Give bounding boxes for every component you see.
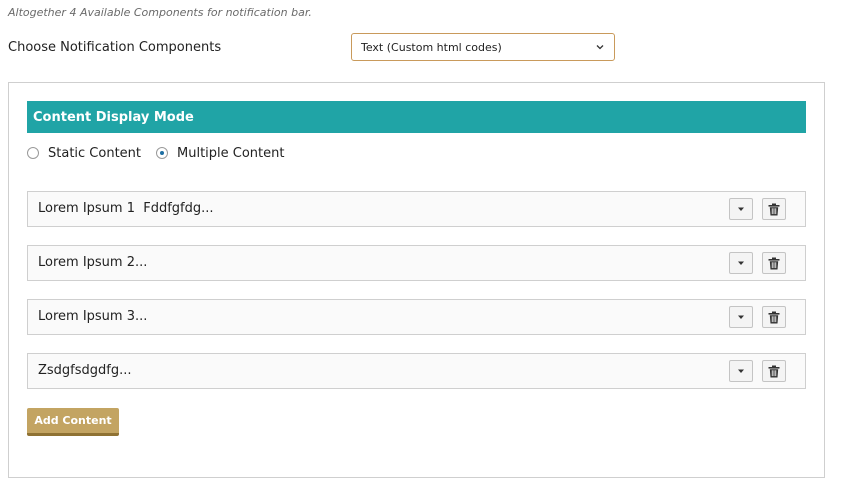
radio-button-selected[interactable] (156, 147, 168, 159)
choose-components-label: Choose Notification Components (8, 40, 222, 55)
add-content-button[interactable]: Add Content (27, 408, 119, 436)
page: Altogether 4 Available Components for no… (0, 0, 841, 500)
caret-down-icon (738, 261, 744, 265)
caret-down-icon (738, 315, 744, 319)
components-help-text: Altogether 4 Available Components for no… (8, 6, 312, 19)
radio-label: Multiple Content (177, 145, 285, 161)
expand-button[interactable] (729, 360, 753, 382)
content-item-label: Zsdgfsdgdfg... (38, 363, 132, 378)
content-item[interactable]: Lorem Ipsum 3... (27, 299, 806, 335)
delete-button[interactable] (762, 360, 786, 382)
trash-icon (768, 203, 780, 215)
trash-icon (768, 257, 780, 269)
radio-button[interactable] (27, 147, 39, 159)
radio-static-content[interactable]: Static Content (27, 144, 141, 162)
caret-down-icon (738, 207, 744, 211)
delete-button[interactable] (762, 306, 786, 328)
components-select-value: Text (Custom html codes) (361, 41, 502, 54)
chevron-down-icon (596, 45, 604, 50)
content-item[interactable]: Zsdgfsdgdfg... (27, 353, 806, 389)
caret-down-icon (738, 369, 744, 373)
content-item[interactable]: Lorem Ipsum 1 Fddfgfdg... (27, 191, 806, 227)
trash-icon (768, 365, 780, 377)
content-item-label: Lorem Ipsum 3... (38, 309, 148, 324)
trash-icon (768, 311, 780, 323)
content-item-label: Lorem Ipsum 1 Fddfgfdg... (38, 201, 214, 216)
content-panel: Content Display Mode Static Content Mult… (8, 82, 825, 478)
expand-button[interactable] (729, 306, 753, 328)
radio-multiple-content[interactable]: Multiple Content (156, 144, 284, 162)
section-header: Content Display Mode (27, 101, 806, 133)
expand-button[interactable] (729, 252, 753, 274)
delete-button[interactable] (762, 252, 786, 274)
content-item-label: Lorem Ipsum 2... (38, 255, 148, 270)
components-select[interactable]: Text (Custom html codes) (351, 33, 615, 61)
delete-button[interactable] (762, 198, 786, 220)
content-item[interactable]: Lorem Ipsum 2... (27, 245, 806, 281)
radio-label: Static Content (48, 145, 142, 161)
expand-button[interactable] (729, 198, 753, 220)
